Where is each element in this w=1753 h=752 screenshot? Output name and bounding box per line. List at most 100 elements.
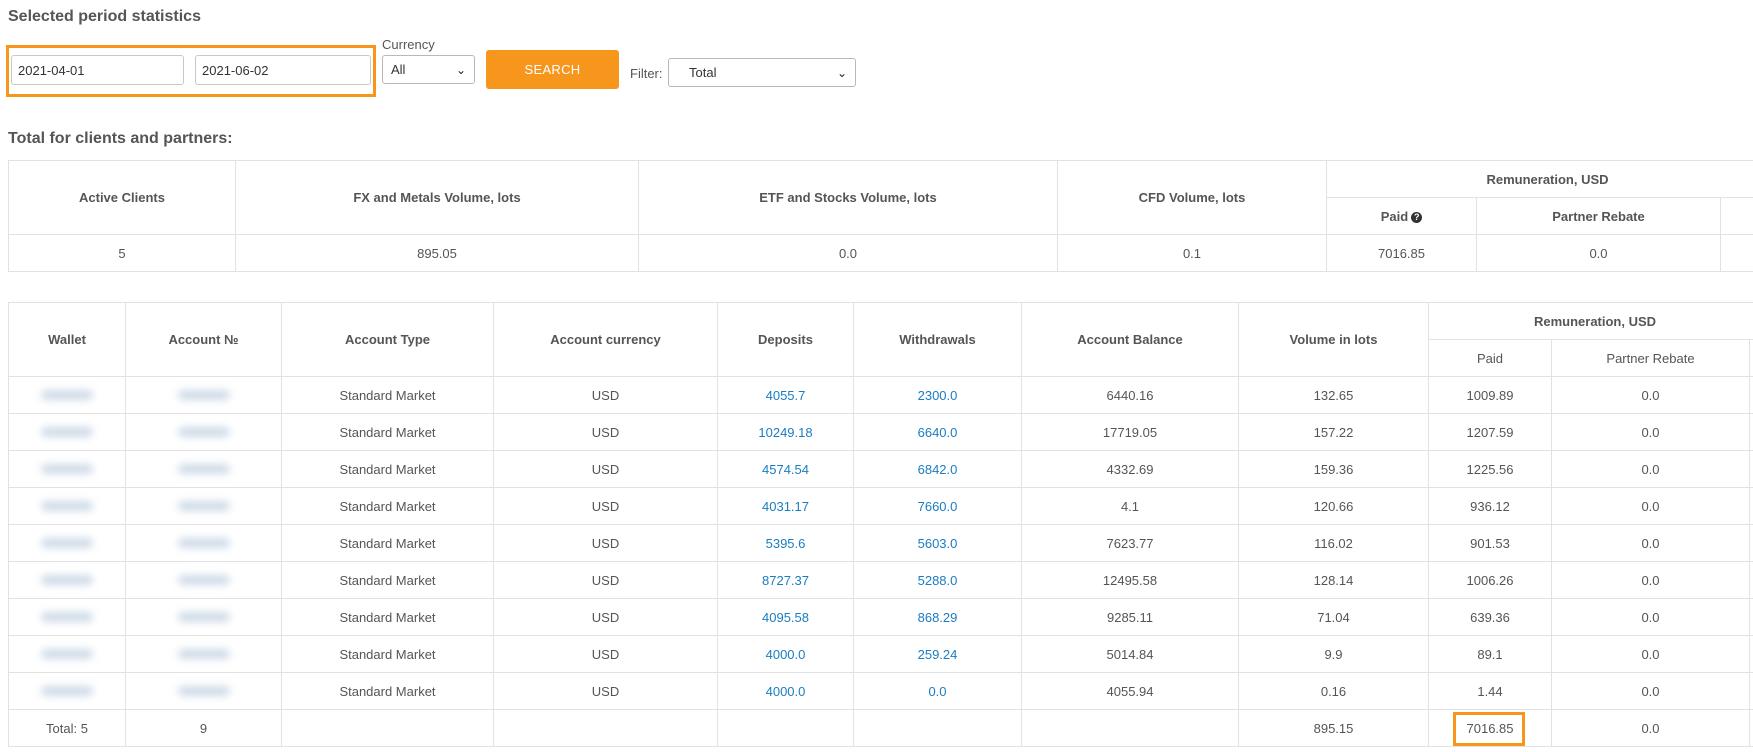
header-paid-label: Paid [1380,208,1409,224]
redacted-value [41,463,93,474]
withdrawals-link[interactable]: 868.29 [853,598,1022,636]
account-no-cell [125,487,282,525]
paid-cell: 1009.89 [1428,376,1552,414]
withdrawals-link[interactable]: 5603.0 [853,524,1022,562]
account-type-cell: Standard Market [281,561,494,599]
table-row: Standard Market USD 5395.6 5603.0 7623.77 116… [8,524,1753,562]
header-account-balance: Account Balance [1021,302,1239,377]
search-button[interactable]: SEARCH [486,50,619,89]
deposits-link[interactable]: 4095.58 [717,598,854,636]
volume-cell: 0.16 [1238,672,1429,710]
withdrawals-link[interactable]: 7660.0 [853,487,1022,525]
extra-cell [1748,376,1753,414]
currency-select-value: All [391,62,406,77]
withdrawals-link[interactable]: 259.24 [853,635,1022,673]
filter-select[interactable]: Total ⌄ [668,58,856,87]
withdrawals-link[interactable]: 2300.0 [853,376,1022,414]
paid-cell: 1006.26 [1428,561,1552,599]
account-currency-cell: USD [493,598,718,636]
table-row: Standard Market USD 4574.54 6842.0 4332.69 15… [8,450,1753,488]
volume-cell: 157.22 [1238,413,1429,451]
volume-cell: 120.66 [1238,487,1429,525]
withdrawals-link[interactable]: 0.0 [853,672,1022,710]
account-currency-cell: USD [493,487,718,525]
extra-cell [1748,413,1753,451]
extra-cell [1748,524,1753,562]
deposits-link[interactable]: 10249.18 [717,413,854,451]
header-remuneration: Remuneration, USD [1325,160,1753,198]
header-etf-volume: ETF and Stocks Volume, lots [638,160,1058,235]
header-account-no: Account № [125,302,282,377]
summary-cfd-volume: 0.1 [1057,234,1327,272]
partner-rebate-cell: 0.0 [1551,561,1750,599]
summary-extra [1719,234,1753,272]
account-type-cell: Standard Market [281,413,494,451]
account-no-cell [125,635,282,673]
header-paid: Paid? [1326,197,1477,235]
table-row: Standard Market USD 4055.7 2300.0 6440.16 132… [8,376,1753,414]
currency-select[interactable]: All ⌄ [382,55,475,84]
account-balance-cell: 9285.11 [1021,598,1239,636]
total-accounts: 9 [125,709,282,747]
extra-cell [1748,450,1753,488]
redacted-value [41,611,93,622]
deposits-link[interactable]: 4031.17 [717,487,854,525]
total-volume: 895.15 [1238,709,1429,747]
header-account-type: Account Type [281,302,494,377]
partner-rebate-cell: 0.0 [1551,672,1750,710]
header-withdrawals: Withdrawals [853,302,1022,377]
redacted-value [41,500,93,511]
table-row: Standard Market USD 4031.17 7660.0 4.1 120.66… [8,487,1753,525]
redacted-value [177,648,230,659]
partner-rebate-cell: 0.0 [1551,524,1750,562]
summary-paid: 7016.85 [1326,234,1477,272]
filter-select-value: Total [689,65,717,80]
deposits-link[interactable]: 4055.7 [717,376,854,414]
total-empty [1021,709,1239,747]
volume-cell: 9.9 [1238,635,1429,673]
withdrawals-link[interactable]: 6640.0 [853,413,1022,451]
header-cfd-volume: CFD Volume, lots [1057,160,1327,235]
paid-cell: 901.53 [1428,524,1552,562]
date-from-input[interactable] [11,55,184,85]
wallet-cell [8,487,126,525]
account-type-cell: Standard Market [281,598,494,636]
redacted-value [177,574,230,585]
date-to-input[interactable] [195,55,371,85]
deposits-link[interactable]: 4574.54 [717,450,854,488]
redacted-value [41,574,93,585]
total-empty [717,709,854,747]
table-row: Standard Market USD 4095.58 868.29 9285.11 71… [8,598,1753,636]
question-circle-icon[interactable]: ? [1411,211,1423,223]
header-partner-rebate: Partner Rebate [1551,339,1750,377]
deposits-link[interactable]: 4000.0 [717,635,854,673]
redacted-value [41,389,93,400]
account-currency-cell: USD [493,635,718,673]
withdrawals-link[interactable]: 5288.0 [853,561,1022,599]
deposits-link[interactable]: 4000.0 [717,672,854,710]
paid-cell: 1225.56 [1428,450,1552,488]
account-no-cell [125,561,282,599]
header-fx-volume: FX and Metals Volume, lots [235,160,639,235]
account-no-cell [125,524,282,562]
total-partner-rebate: 0.0 [1551,709,1750,747]
filter-label: Filter: [630,66,663,81]
account-no-cell [125,413,282,451]
header-deposits: Deposits [717,302,854,377]
header-remuneration: Remuneration, USD [1427,302,1753,340]
paid-cell: 936.12 [1428,487,1552,525]
deposits-link[interactable]: 5395.6 [717,524,854,562]
account-type-cell: Standard Market [281,376,494,414]
partner-rebate-cell: 0.0 [1551,450,1750,488]
wallet-cell [8,672,126,710]
account-no-cell [125,376,282,414]
account-no-cell [125,598,282,636]
extra-cell [1748,561,1753,599]
redacted-value [41,685,93,696]
summary-fx-volume: 895.05 [235,234,639,272]
paid-cell: 639.36 [1428,598,1552,636]
extra-cell [1748,672,1753,710]
volume-cell: 128.14 [1238,561,1429,599]
withdrawals-link[interactable]: 6842.0 [853,450,1022,488]
deposits-link[interactable]: 8727.37 [717,561,854,599]
